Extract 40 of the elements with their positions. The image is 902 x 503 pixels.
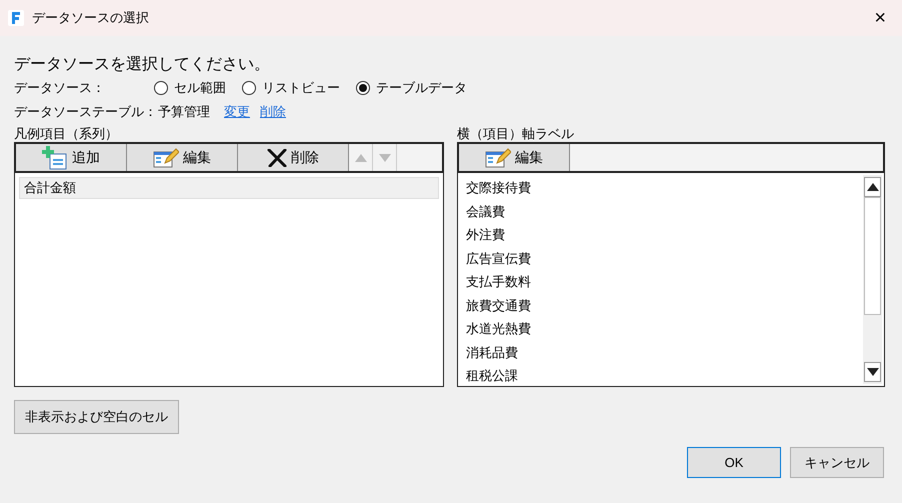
add-button[interactable]: 追加 bbox=[16, 144, 127, 171]
edit-button[interactable]: 編集 bbox=[127, 144, 238, 171]
up-arrow-icon bbox=[866, 183, 878, 191]
table-link[interactable]: 削除 bbox=[260, 102, 286, 122]
axis-item[interactable]: 消耗品費 bbox=[466, 340, 863, 364]
delete-x-icon bbox=[267, 148, 287, 166]
instruction-text: データソースを選択してください。 bbox=[14, 55, 271, 75]
radio-option[interactable]: リストビュー bbox=[242, 78, 340, 98]
axis-item[interactable]: 交際接待費 bbox=[466, 176, 863, 200]
series-title: 凡例項目（系列） bbox=[14, 126, 119, 142]
up-arrow-icon bbox=[354, 154, 366, 162]
hidden-cells-button[interactable]: 非表示および空白のセル bbox=[14, 400, 179, 434]
window-title: データソースの選択 bbox=[32, 9, 149, 28]
source-label: データソース： bbox=[14, 79, 106, 98]
edit-table-icon bbox=[153, 148, 179, 168]
axis-item[interactable]: 旅費交通費 bbox=[466, 294, 863, 317]
add-list-icon bbox=[42, 146, 68, 170]
down-arrow-icon bbox=[378, 154, 390, 162]
axis-item[interactable]: 外注費 bbox=[466, 223, 863, 246]
down-arrow-icon bbox=[866, 368, 878, 376]
axis-item[interactable]: 支払手数料 bbox=[466, 270, 863, 294]
axis-item[interactable]: 広告宣伝費 bbox=[466, 246, 863, 270]
cancel-button[interactable]: キャンセル bbox=[790, 447, 884, 478]
table-name: 予算管理 bbox=[158, 103, 210, 122]
table-label: データソーステーブル： bbox=[14, 103, 158, 122]
radio-option[interactable]: セル範囲 bbox=[154, 78, 226, 98]
close-button[interactable]: × bbox=[874, 8, 886, 28]
app-logo-icon bbox=[8, 10, 24, 26]
axis-item[interactable]: 水道光熱費 bbox=[466, 317, 863, 340]
edit-button[interactable]: 編集 bbox=[459, 144, 570, 171]
series-item[interactable]: 合計金額 bbox=[19, 177, 439, 199]
axis-item[interactable]: 租税公課 bbox=[466, 364, 863, 386]
edit-table-icon bbox=[485, 148, 511, 168]
axis-title: 横（項目）軸ラベル bbox=[457, 126, 575, 142]
scrollbar[interactable] bbox=[863, 175, 882, 384]
ok-button[interactable]: OK bbox=[687, 447, 781, 478]
delete-button[interactable]: 削除 bbox=[238, 144, 349, 171]
axis-item[interactable]: 会議費 bbox=[466, 200, 863, 223]
table-link[interactable]: 変更 bbox=[224, 102, 250, 122]
radio-option[interactable]: テーブルデータ bbox=[356, 78, 467, 98]
